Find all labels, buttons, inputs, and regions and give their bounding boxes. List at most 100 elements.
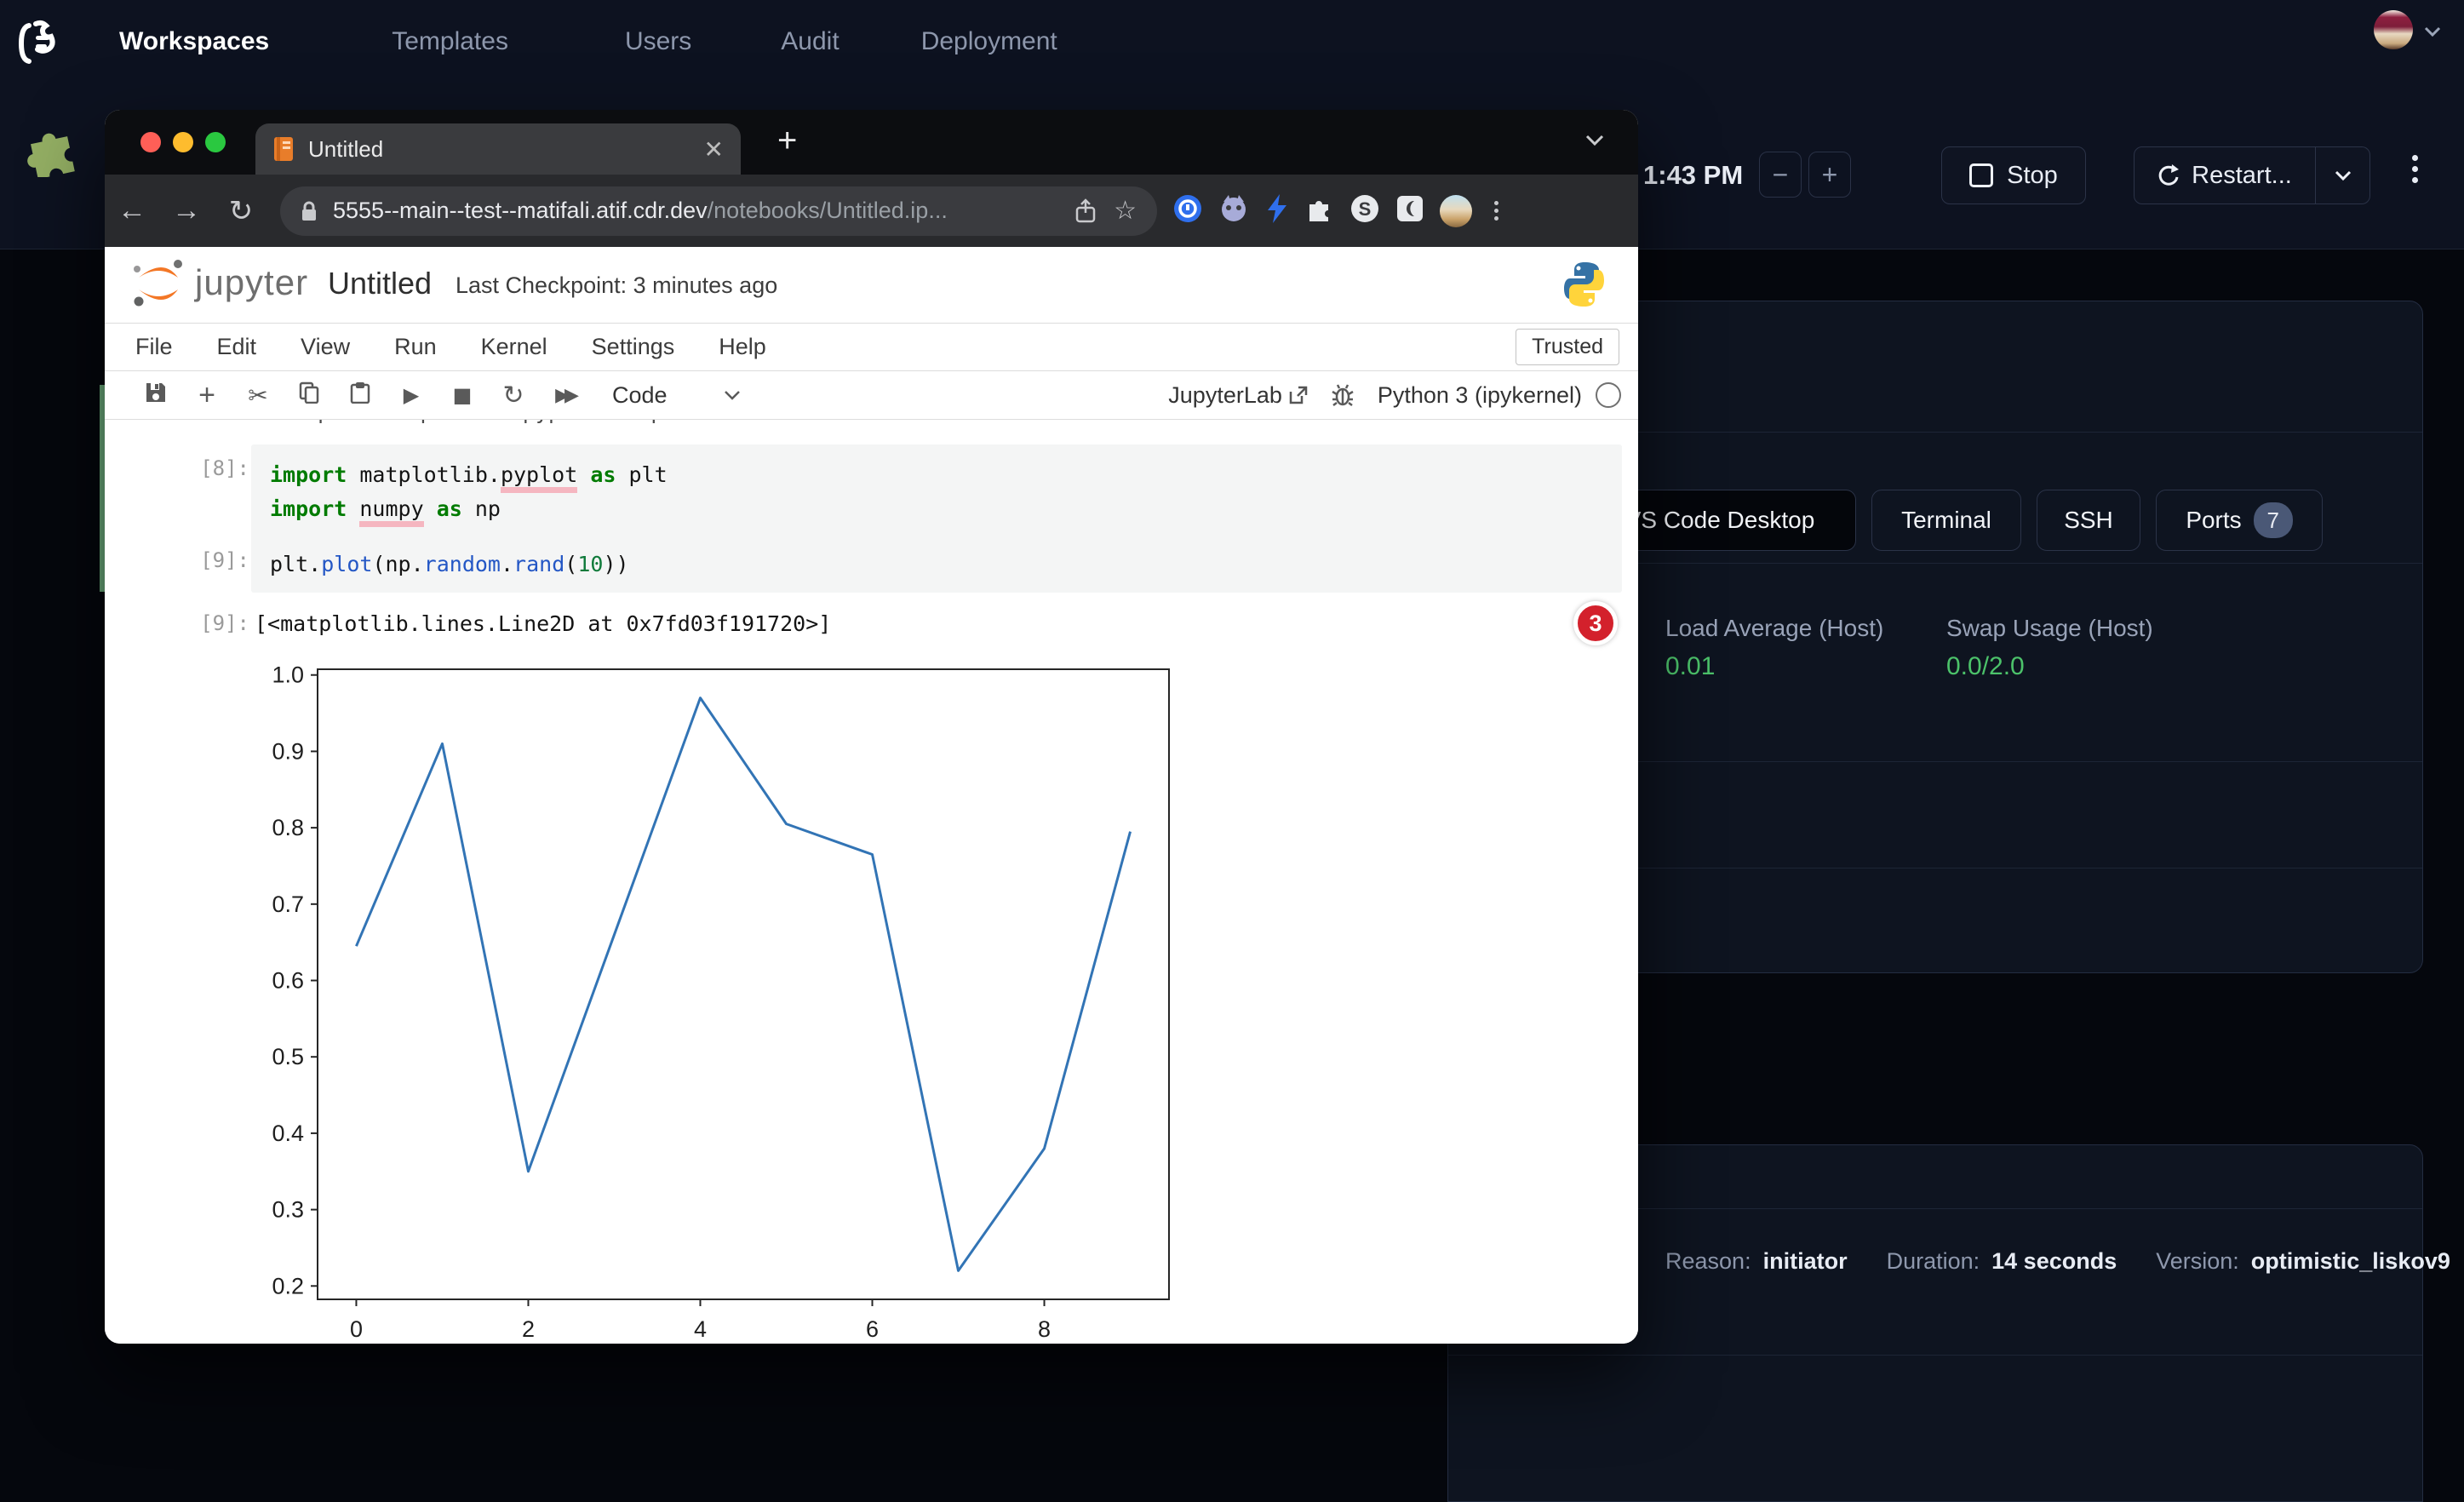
kernel-name[interactable]: Python 3 (ipykernel): [1378, 382, 1582, 409]
duration-value: 14 seconds: [1991, 1248, 2117, 1275]
forward-icon[interactable]: →: [159, 194, 214, 227]
window-maximize-button[interactable]: [205, 132, 226, 152]
jupyter-wordmark: jupyter: [195, 262, 308, 303]
nav-users[interactable]: Users: [625, 27, 691, 56]
jupyter-logo-icon: [127, 257, 190, 314]
workspace-more-menu[interactable]: [2404, 150, 2425, 188]
reason-label: Reason:: [1665, 1248, 1751, 1275]
notification-count-badge[interactable]: 3: [1573, 601, 1618, 645]
address-bar[interactable]: 5555--main--test--matifali.atif.cdr.dev/…: [280, 186, 1157, 236]
jupyter-header: jupyter Untitled Last Checkpoint: 3 minu…: [105, 247, 1638, 324]
restart-kernel-icon[interactable]: ↻: [488, 381, 539, 410]
zoom-in-button[interactable]: +: [1808, 152, 1851, 198]
reload-icon[interactable]: ↻: [214, 194, 268, 228]
bookmark-star-icon[interactable]: ☆: [1114, 196, 1137, 226]
restart-run-all-icon[interactable]: ▶▶: [539, 385, 590, 406]
url-domain: 5555--main--test--matifali.atif.cdr.dev: [333, 198, 708, 223]
ext-github-icon[interactable]: [1218, 193, 1249, 228]
build-meta-row: Reason: initiator Duration: 14 seconds V…: [1665, 1248, 2450, 1275]
browser-tab[interactable]: Untitled ✕: [255, 123, 741, 175]
window-close-button[interactable]: [140, 132, 161, 152]
menu-help[interactable]: Help: [719, 334, 766, 360]
copy-cell-icon[interactable]: [284, 381, 335, 410]
terminal-button[interactable]: Terminal: [1871, 490, 2021, 551]
notebook-title[interactable]: Untitled: [328, 266, 432, 301]
jupyter-notebook: jupyter Untitled Last Checkpoint: 3 minu…: [105, 247, 1638, 1344]
browser-menu-icon[interactable]: [1487, 198, 1504, 224]
browser-toolbar: ← → ↻ 5555--main--test--matifali.atif.cd…: [105, 175, 1638, 247]
out9-text: [<matplotlib.lines.Line2D at 0x7fd03f191…: [255, 611, 831, 636]
browser-tab-strip: Untitled ✕ +: [105, 110, 1638, 175]
checkpoint-status: Last Checkpoint: 3 minutes ago: [456, 272, 777, 299]
new-tab-button[interactable]: +: [777, 122, 797, 160]
jupyterlab-link[interactable]: JupyterLab: [1168, 382, 1282, 409]
save-icon[interactable]: [130, 381, 181, 410]
menu-settings[interactable]: Settings: [592, 334, 675, 360]
svg-text:0.6: 0.6: [272, 968, 304, 994]
svg-text:8: 8: [1038, 1316, 1051, 1342]
kernel-status-icon: [1596, 382, 1621, 408]
ext-stylus-icon[interactable]: S: [1349, 193, 1380, 228]
stop-icon: [1969, 163, 1993, 187]
extensions-puzzle-icon[interactable]: [1305, 194, 1334, 227]
menu-file[interactable]: File: [135, 334, 173, 360]
share-icon[interactable]: [1074, 198, 1097, 224]
restart-button[interactable]: Restart...: [2134, 146, 2316, 204]
tab-title: Untitled: [308, 136, 704, 163]
tab-search-chevron-icon[interactable]: [1584, 134, 1605, 151]
stop-kernel-icon[interactable]: ■: [437, 383, 488, 407]
zoom-out-button[interactable]: −: [1759, 152, 1802, 198]
svg-text:1.0: 1.0: [272, 662, 304, 688]
duration-label: Duration:: [1887, 1248, 1980, 1275]
user-avatar[interactable]: [2374, 10, 2413, 49]
clipped-cell-line: import matplotlib.pyplot as plt: [292, 420, 1058, 432]
cell8-input[interactable]: import matplotlib.pyplot as plt import n…: [251, 444, 1622, 542]
menu-kernel[interactable]: Kernel: [481, 334, 547, 360]
window-minimize-button[interactable]: [173, 132, 193, 152]
browser-profile-avatar[interactable]: [1440, 195, 1472, 227]
cell-type-chevron-icon[interactable]: [724, 390, 741, 401]
user-menu-chevron-icon[interactable]: [2423, 26, 2442, 42]
add-cell-icon[interactable]: +: [181, 379, 232, 412]
nav-deployment[interactable]: Deployment: [921, 27, 1057, 56]
load-average-value: 0.01: [1665, 652, 1715, 681]
external-link-icon[interactable]: [1289, 386, 1308, 404]
back-icon[interactable]: ←: [105, 194, 159, 227]
ext-bolt-icon[interactable]: [1264, 193, 1290, 228]
run-cell-icon[interactable]: ▶: [386, 383, 437, 407]
svg-text:0.9: 0.9: [272, 738, 304, 764]
paste-cell-icon[interactable]: [335, 381, 386, 410]
cut-cell-icon[interactable]: ✂: [232, 381, 284, 410]
jupyter-toolbar: + ✂ ▶ ■ ↻ ▶▶ Code JupyterLab: [105, 371, 1638, 420]
reason-value: initiator: [1763, 1248, 1848, 1275]
url-path: /notebooks/Untitled.ip...: [708, 198, 948, 223]
menu-run[interactable]: Run: [394, 334, 437, 360]
trusted-button[interactable]: Trusted: [1516, 329, 1619, 365]
restart-options-chevron[interactable]: [2316, 146, 2370, 204]
ext-1password-icon[interactable]: [1172, 193, 1203, 228]
main-nav: Workspaces Templates Users Audit Deploym…: [119, 27, 1057, 56]
swap-usage-value: 0.0/2.0: [1946, 652, 2025, 681]
cell9-input[interactable]: plt.plot(np.random.rand(10)): [251, 536, 1622, 593]
cell-type-select[interactable]: Code: [612, 382, 668, 409]
svg-text:S: S: [1359, 198, 1372, 220]
lock-icon: [301, 200, 318, 222]
out9-prompt: [9]:: [156, 611, 249, 635]
debugger-bug-icon[interactable]: [1332, 384, 1354, 406]
stop-button[interactable]: Stop: [1941, 146, 2086, 204]
tab-favicon-icon: [272, 136, 295, 162]
menu-edit[interactable]: Edit: [217, 334, 257, 360]
ssh-button[interactable]: SSH: [2037, 490, 2140, 551]
nav-audit[interactable]: Audit: [781, 27, 839, 56]
nav-workspaces[interactable]: Workspaces: [119, 27, 269, 56]
nav-templates[interactable]: Templates: [392, 27, 508, 56]
ext-darkreader-icon[interactable]: [1395, 194, 1424, 227]
svg-text:0.8: 0.8: [272, 815, 304, 840]
ports-button[interactable]: Ports 7: [2156, 490, 2323, 551]
svg-text:0.5: 0.5: [272, 1044, 304, 1069]
extension-puzzle-icon[interactable]: [22, 123, 83, 181]
ports-count-badge: 7: [2254, 502, 2293, 538]
menu-view[interactable]: View: [301, 334, 350, 360]
coder-logo-icon[interactable]: [17, 19, 66, 72]
tab-close-icon[interactable]: ✕: [704, 135, 724, 163]
